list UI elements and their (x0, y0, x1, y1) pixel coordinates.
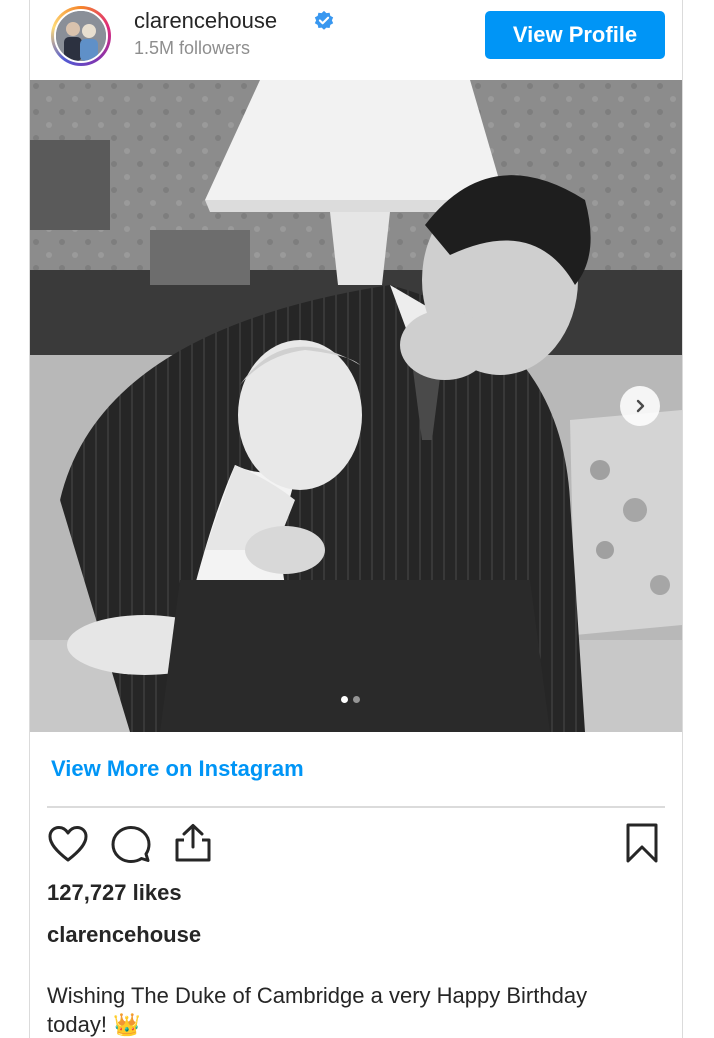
chevron-right-icon (636, 399, 645, 413)
action-bar (30, 820, 682, 866)
caption-text-continued: today! 👑 (47, 1012, 141, 1037)
post-header: clarencehouse 1.5M followers View Profil… (30, 0, 682, 80)
instagram-embed-card: clarencehouse 1.5M followers View Profil… (29, 0, 683, 1038)
share-icon[interactable] (172, 822, 214, 864)
view-more-link[interactable]: View More on Instagram (51, 756, 304, 782)
username[interactable]: clarencehouse (134, 8, 277, 34)
carousel-indicator (341, 696, 360, 703)
post-photo[interactable] (30, 80, 682, 732)
carousel-next-button[interactable] (620, 386, 660, 426)
view-profile-button[interactable]: View Profile (485, 11, 665, 59)
verified-badge-icon (314, 10, 334, 30)
heart-icon[interactable] (47, 824, 89, 864)
follower-count: 1.5M followers (134, 38, 251, 58)
profile-avatar[interactable] (51, 6, 111, 66)
carousel-dot-1 (341, 696, 348, 703)
caption-text: Wishing The Duke of Cambridge a very Hap… (47, 983, 588, 1008)
divider (47, 806, 665, 808)
comment-icon[interactable] (110, 824, 152, 864)
likes-count[interactable]: 127,727 likes (47, 880, 182, 906)
carousel-dot-2 (353, 696, 360, 703)
avatar-image (54, 9, 108, 63)
caption-username[interactable]: clarencehouse (47, 922, 201, 948)
photo-image (30, 80, 682, 732)
bookmark-icon[interactable] (624, 822, 660, 864)
